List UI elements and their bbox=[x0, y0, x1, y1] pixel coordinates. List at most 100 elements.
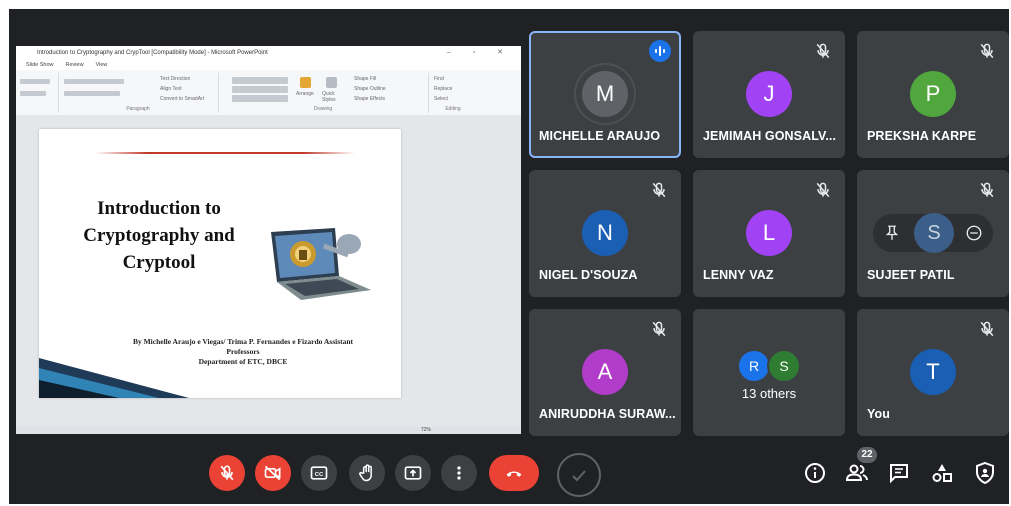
slide-accent-line bbox=[95, 152, 355, 154]
svg-text:CC: CC bbox=[315, 472, 324, 478]
end-call-button[interactable] bbox=[489, 455, 539, 491]
mic-muted-icon bbox=[816, 43, 830, 59]
more-options-button[interactable] bbox=[441, 455, 477, 491]
slide-title: Introduction to Cryptography and Cryptoo… bbox=[83, 198, 235, 273]
speaking-indicator-icon bbox=[649, 40, 671, 62]
mic-muted-icon bbox=[980, 321, 994, 337]
camera-toggle-button[interactable] bbox=[255, 455, 291, 491]
participant-name: ANIRUDDHA SURAW... bbox=[539, 407, 676, 421]
participant-tile-sujeet[interactable]: S SUJEET PATIL bbox=[857, 170, 1009, 297]
ppt-ribbon: Text Direction Align Text Convert to Sma… bbox=[16, 70, 521, 116]
arrange-icon[interactable] bbox=[300, 77, 311, 88]
meeting-window: Introduction to Cryptography and CrypToo… bbox=[9, 9, 1009, 504]
shape-fill-button[interactable]: Shape Fill bbox=[354, 76, 376, 82]
ppt-title-bar: Introduction to Cryptography and CrypToo… bbox=[16, 46, 521, 60]
mic-muted-icon bbox=[980, 43, 994, 59]
mic-muted-icon bbox=[652, 182, 666, 198]
info-icon[interactable] bbox=[803, 461, 827, 485]
paragraph-group-label: Paragraph bbox=[126, 106, 150, 112]
convert-smartart-button[interactable]: Convert to SmartArt bbox=[160, 96, 204, 102]
people-icon[interactable] bbox=[845, 461, 869, 485]
mic-muted-icon bbox=[816, 182, 830, 198]
end-call-icon bbox=[506, 471, 522, 477]
drawing-group-label: Drawing bbox=[313, 106, 333, 112]
replace-button[interactable]: Replace bbox=[434, 86, 452, 92]
ribbon-group-paragraph: Text Direction Align Text Convert to Sma… bbox=[58, 73, 219, 113]
participant-tile-lenny[interactable]: L LENNY VAZ bbox=[693, 170, 845, 297]
ribbon-group-editing: Find Replace Select Editing bbox=[428, 73, 478, 113]
find-button[interactable]: Find bbox=[434, 76, 444, 82]
participant-tile-aniruddha[interactable]: A ANIRUDDHA SURAW... bbox=[529, 309, 681, 436]
avatar: M bbox=[582, 71, 628, 117]
participant-tile-jemimah[interactable]: J JEMIMAH GONSALV... bbox=[693, 31, 845, 158]
present-button[interactable] bbox=[395, 455, 431, 491]
arrange-button[interactable]: Arrange bbox=[296, 91, 314, 97]
shape-effects-button[interactable]: Shape Effects bbox=[354, 96, 385, 102]
slide: Introduction to Cryptography and Cryptoo… bbox=[39, 129, 401, 398]
ppt-ribbon-tabs: Slide Show Review View bbox=[16, 60, 521, 70]
participant-name: JEMIMAH GONSALV... bbox=[703, 129, 837, 143]
pin-icon[interactable] bbox=[883, 224, 901, 242]
shape-outline-button[interactable]: Shape Outline bbox=[354, 86, 386, 92]
others-count-label: 13 others bbox=[741, 386, 797, 401]
ribbon-group-drawing: Arrange Quick Styles Shape Fill Shape Ou… bbox=[218, 73, 429, 113]
participant-name: You bbox=[867, 407, 890, 421]
ribbon-group-font bbox=[16, 73, 59, 113]
ppt-status-bar: 72% bbox=[16, 427, 521, 434]
tab-view[interactable]: View bbox=[96, 62, 108, 68]
avatar: R bbox=[737, 349, 771, 383]
avatar: P bbox=[910, 71, 956, 117]
mic-toggle-button[interactable] bbox=[209, 455, 245, 491]
quick-styles-button[interactable]: Quick Styles bbox=[322, 91, 346, 103]
raise-hand-button[interactable] bbox=[349, 455, 385, 491]
editing-group-label: Editing bbox=[445, 106, 461, 112]
avatar: S bbox=[914, 213, 954, 253]
participant-tile-michelle[interactable]: M MICHELLE ARAUJO bbox=[529, 31, 681, 158]
mic-muted-icon bbox=[980, 182, 994, 198]
avatar: T bbox=[910, 349, 956, 395]
participant-name: NIGEL D'SOUZA bbox=[539, 268, 638, 282]
participant-name: MICHELLE ARAUJO bbox=[539, 129, 661, 143]
participant-tile-nigel[interactable]: N NIGEL D'SOUZA bbox=[529, 170, 681, 297]
ppt-window-title: Introduction to Cryptography and CrypToo… bbox=[37, 50, 268, 56]
participant-tile-others[interactable]: R S 13 others bbox=[693, 309, 845, 436]
tab-review[interactable]: Review bbox=[66, 62, 84, 68]
slide-canvas: Introduction to Cryptography and Cryptoo… bbox=[16, 115, 521, 427]
present-screen-icon bbox=[404, 466, 422, 480]
check-icon bbox=[572, 470, 586, 482]
participant-name: PREKSHA KARPE bbox=[867, 129, 977, 143]
captions-button[interactable]: CC bbox=[301, 455, 337, 491]
select-button[interactable]: Select bbox=[434, 96, 448, 102]
presentation-share: Introduction to Cryptography and CrypToo… bbox=[16, 46, 521, 434]
slide-swoosh-decoration bbox=[39, 358, 189, 398]
tile-hover-controls: S bbox=[873, 213, 993, 253]
chat-icon[interactable] bbox=[887, 461, 911, 485]
avatar: L bbox=[746, 210, 792, 256]
participant-name: LENNY VAZ bbox=[703, 268, 774, 282]
closed-caption-icon: CC bbox=[310, 466, 328, 480]
mic-muted-icon bbox=[652, 321, 666, 337]
tab-slide-show[interactable]: Slide Show bbox=[26, 62, 54, 68]
raise-hand-icon bbox=[359, 464, 372, 482]
avatar: A bbox=[582, 349, 628, 395]
participant-name: SUJEET PATIL bbox=[867, 268, 955, 282]
activities-icon[interactable] bbox=[930, 461, 954, 485]
participant-tile-preksha[interactable]: P PREKSHA KARPE bbox=[857, 31, 1009, 158]
laptop-key-illustration bbox=[271, 228, 371, 300]
people-count-badge: 22 bbox=[857, 447, 877, 463]
zoom-level[interactable]: 72% bbox=[421, 427, 431, 434]
text-direction-button[interactable]: Text Direction bbox=[160, 76, 190, 82]
camera-off-icon bbox=[264, 465, 281, 481]
quick-styles-icon[interactable] bbox=[326, 77, 337, 88]
avatar: J bbox=[746, 71, 792, 117]
mic-off-icon bbox=[220, 465, 234, 481]
participant-tile-you[interactable]: T You bbox=[857, 309, 1009, 436]
avatar: N bbox=[582, 210, 628, 256]
window-controls[interactable]: – ▫ ✕ bbox=[447, 48, 513, 56]
align-text-button[interactable]: Align Text bbox=[160, 86, 182, 92]
remove-icon[interactable] bbox=[965, 224, 983, 242]
avatar: S bbox=[767, 349, 801, 383]
host-controls-icon[interactable] bbox=[973, 461, 997, 485]
more-vert-icon bbox=[457, 466, 461, 480]
overlay-circle-button[interactable] bbox=[557, 453, 601, 497]
